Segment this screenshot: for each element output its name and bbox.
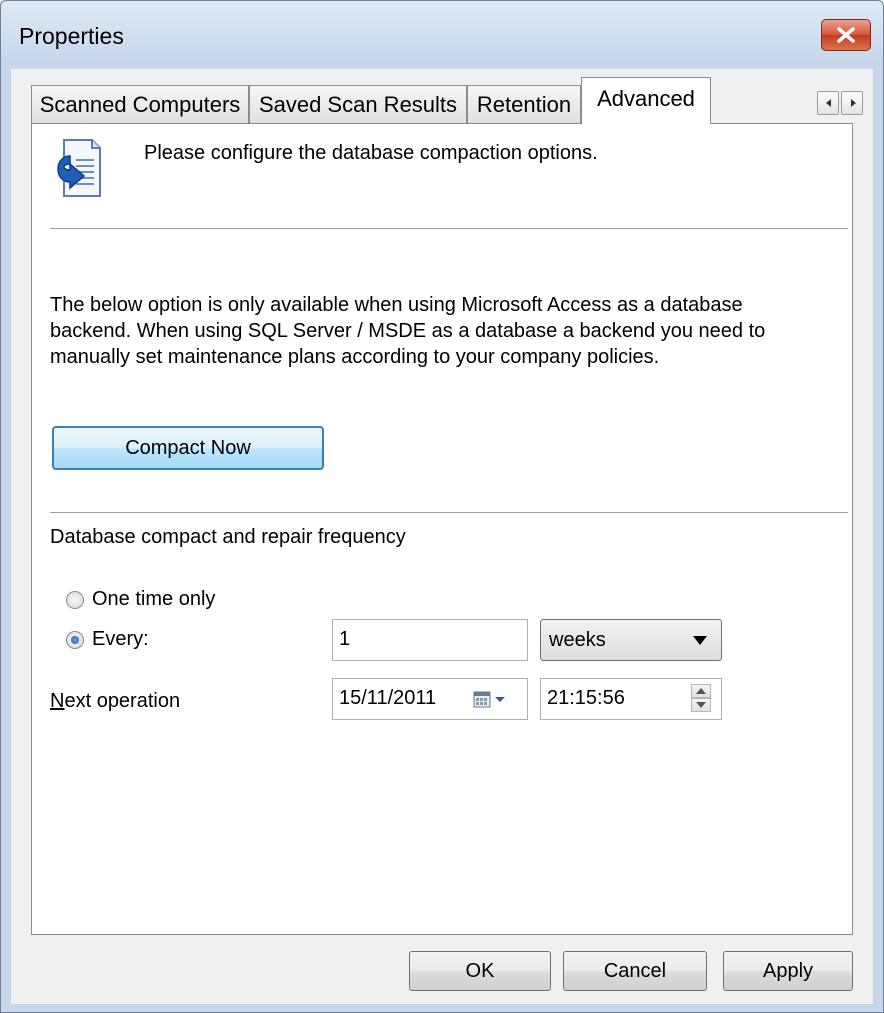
tab-saved-scan-results[interactable]: Saved Scan Results [249,85,467,123]
tab-scroll-buttons [817,91,863,115]
tab-label: Advanced [597,86,695,111]
time-spin-down-button[interactable] [691,698,711,712]
date-value: 15/11/2011 [339,687,437,709]
close-icon [837,27,855,43]
header-instruction: Please configure the database compaction… [144,142,598,164]
description-line: The below option is only available when … [50,294,743,316]
apply-button[interactable]: Apply [723,951,853,991]
calendar-icon[interactable] [473,691,513,709]
radio-label-one-time: One time only [92,588,216,610]
arrow-down-icon [696,702,706,708]
time-spinner [691,684,711,714]
arrow-right-icon [851,99,856,107]
chevron-down-icon [693,636,707,645]
separator-top [50,228,848,230]
time-spin-up-button[interactable] [691,684,711,698]
frequency-unit-dropdown[interactable]: weeks [540,619,722,661]
separator-middle [50,512,848,514]
properties-window: Properties Scanned Computers Saved Scan … [0,0,884,1013]
advanced-tab-panel: Please configure the database compaction… [31,123,853,935]
tab-scanned-computers[interactable]: Scanned Computers [31,85,249,123]
next-operation-label-rest: ext operation [64,690,181,712]
database-document-icon [57,139,101,197]
radio-one-time-only[interactable]: One time only [66,588,215,611]
close-button[interactable] [821,19,871,51]
window-title: Properties [19,23,124,49]
next-operation-time-input[interactable]: 21:15:56 [540,678,722,720]
title-bar[interactable]: Properties [1,1,883,69]
next-operation-mnemonic: N [50,690,65,712]
description-line: backend. When using SQL Server / MSDE as… [50,320,766,342]
time-value: 21:15:56 [547,687,625,709]
next-operation-date-picker[interactable]: 15/11/2011 [332,678,528,720]
radio-every[interactable]: Every: [66,628,149,651]
dialog-client: Scanned Computers Saved Scan Results Ret… [11,69,873,1004]
tab-label: Retention [476,92,572,117]
next-operation-label: Next operation [50,690,180,713]
radio-button-unchecked[interactable] [66,590,84,609]
tab-scroll-right-button[interactable] [841,91,863,115]
description-line: manually set maintenance plans according… [50,346,660,368]
ok-button[interactable]: OK [409,951,551,991]
cancel-button[interactable]: Cancel [563,951,707,991]
frequency-section-label: Database compact and repair frequency [50,526,406,548]
arrow-up-icon [696,688,706,694]
arrow-left-icon [826,99,831,107]
radio-button-checked[interactable] [66,630,84,649]
description-text: The below option is only available when … [50,292,850,370]
frequency-unit-value: weeks [549,629,606,651]
tab-retention[interactable]: Retention [467,85,581,123]
tab-label: Saved Scan Results [258,92,458,117]
tab-scroll-left-button[interactable] [817,91,839,115]
compact-now-button[interactable]: Compact Now [52,426,324,470]
tab-advanced[interactable]: Advanced [581,77,711,124]
radio-label-every: Every: [92,628,149,650]
tab-label: Scanned Computers [39,92,241,117]
every-value-input[interactable]: 1 [332,619,528,661]
